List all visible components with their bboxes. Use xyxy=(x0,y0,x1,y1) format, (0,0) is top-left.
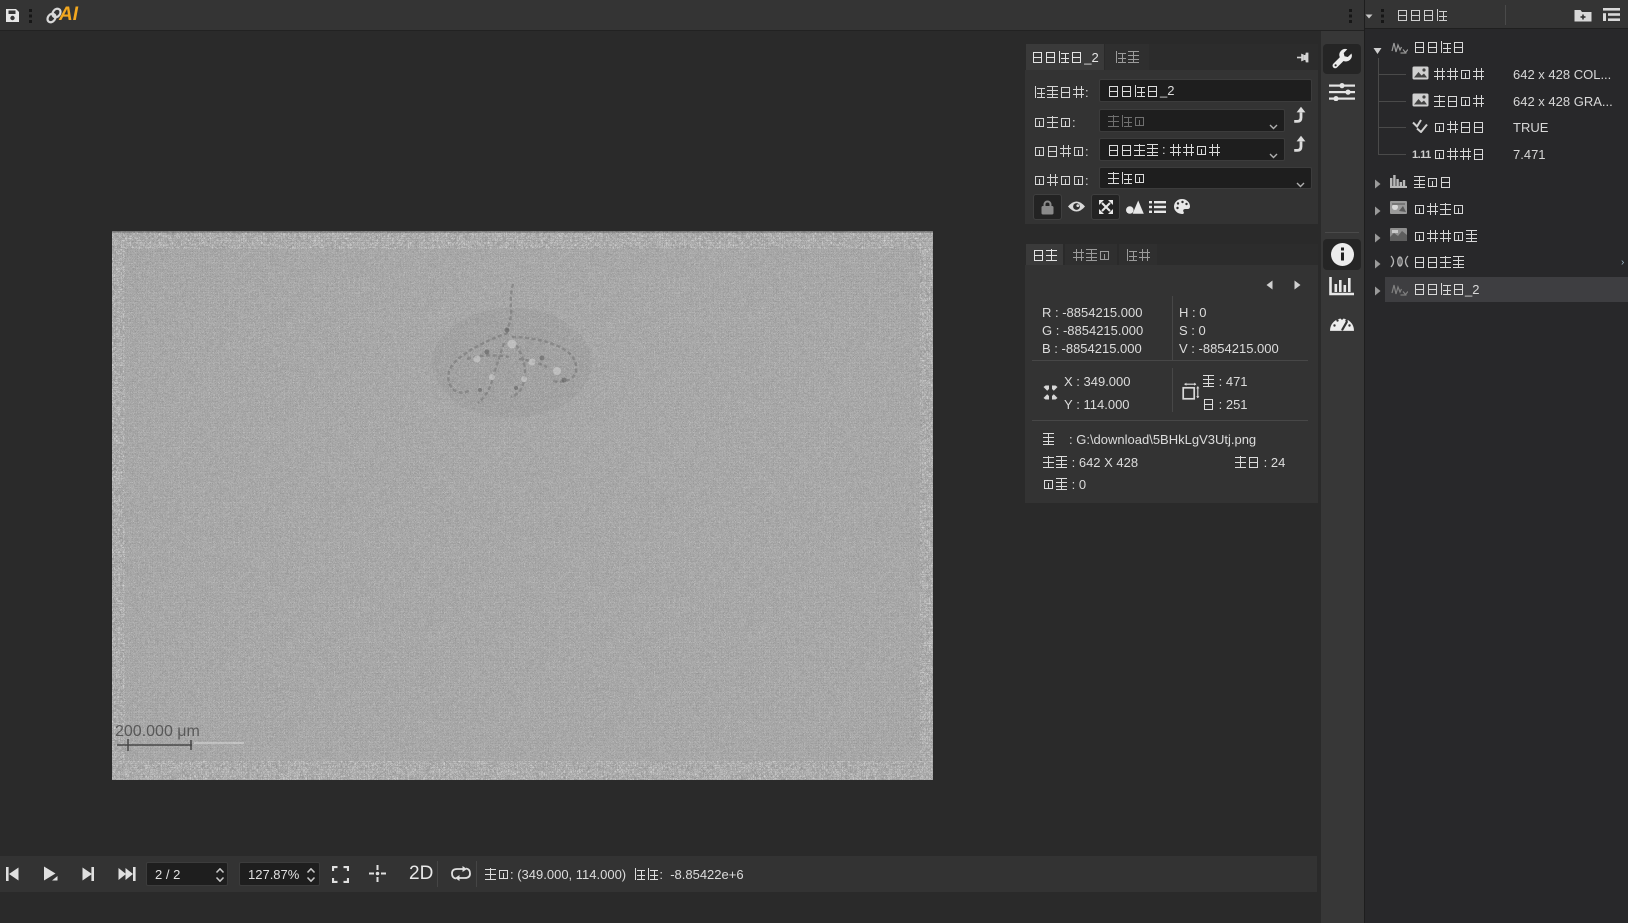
svg-text:200.000 μm: 200.000 μm xyxy=(115,723,200,740)
